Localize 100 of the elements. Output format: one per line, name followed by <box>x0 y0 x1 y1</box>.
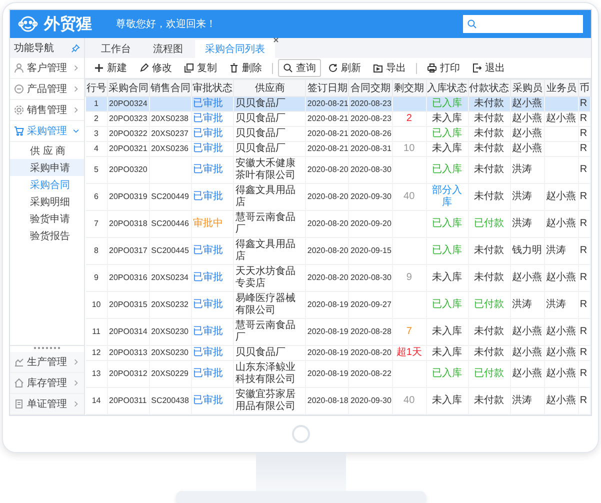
table-cell: 未付款 <box>468 318 510 346</box>
chevron-down-icon <box>72 127 80 135</box>
table-cell: 已入库 <box>426 126 468 142</box>
chevron-right-icon <box>72 85 80 93</box>
toolbar-button[interactable]: 查询 <box>278 59 321 77</box>
sidebar-item[interactable]: 库存管理 <box>10 373 84 394</box>
table-cell: 20PO0317 <box>108 238 150 264</box>
table-cell: 洪涛 <box>510 184 544 210</box>
copy-icon <box>184 63 194 73</box>
table-cell: R <box>578 360 590 388</box>
toolbar-button[interactable]: 删除 <box>224 59 267 77</box>
cart-icon <box>14 126 24 136</box>
table-cell: 2020-09-27 <box>348 292 392 318</box>
table-cell: 洪涛 <box>510 292 544 318</box>
toolbar-button[interactable]: 打印 <box>422 59 465 77</box>
table-cell: 洪涛 <box>544 292 578 318</box>
table-cell: 5 <box>86 156 108 184</box>
column-header[interactable]: 付款状态 <box>468 80 510 96</box>
table-cell: 未入库 <box>426 112 468 126</box>
table-cell: 2 <box>86 112 108 126</box>
trash-icon <box>229 63 239 73</box>
sidebar-subitem[interactable]: 供 应 商 <box>10 142 84 159</box>
table-cell: 已审批 <box>192 292 234 318</box>
search-field[interactable] <box>463 15 583 33</box>
monkey-logo-icon <box>18 14 38 34</box>
sidebar-subitem[interactable]: 验货申请 <box>10 210 84 227</box>
sidebar-item[interactable]: 生产管理 <box>10 352 84 373</box>
column-header[interactable]: 入库状态 <box>426 80 468 96</box>
column-header[interactable]: 行号 <box>86 80 108 96</box>
table-cell: 未付款 <box>468 388 510 414</box>
table-cell: 2020-08-19 <box>306 346 349 360</box>
toolbar-button[interactable]: 刷新 <box>323 59 366 77</box>
sidebar-item[interactable]: 单证管理 <box>10 394 84 415</box>
table-cell: 已审批 <box>192 96 234 112</box>
table-cell: 超1天 <box>392 346 426 360</box>
table-cell: 慧哥云南食品厂 <box>234 318 306 346</box>
table-cell: 20XS0230 <box>150 318 192 346</box>
column-header[interactable]: 销售合同 <box>150 80 192 96</box>
table-cell: 已付款 <box>468 360 510 388</box>
tab[interactable]: 工作台 <box>91 40 141 58</box>
table-cell: 20XS0230 <box>150 346 192 360</box>
table-cell: 9 <box>392 264 426 292</box>
table-cell: 贝贝食品厂 <box>234 96 306 112</box>
table-cell: 20XS0229 <box>150 360 192 388</box>
table-cell: R <box>578 346 590 360</box>
toolbar-button[interactable]: 退出 <box>467 59 510 77</box>
table-cell: 已审批 <box>192 184 234 210</box>
table-cell: 2020-08-22 <box>348 360 392 388</box>
table-cell: 20PO0316 <box>108 264 150 292</box>
chart-icon <box>14 357 24 367</box>
column-header[interactable]: 审批状态 <box>192 80 234 96</box>
column-header[interactable]: 剩交期 <box>392 80 426 96</box>
toolbar-button[interactable]: 新建 <box>89 59 132 77</box>
column-header[interactable]: 供应商 <box>234 80 306 96</box>
sidebar-subitem[interactable]: 采购申请 <box>10 159 84 176</box>
export-icon <box>373 63 383 73</box>
table-cell: SC200449 <box>150 184 192 210</box>
sidebar-item[interactable]: 产品管理 <box>10 79 84 100</box>
table-cell: 审批中 <box>192 210 234 238</box>
pencil-icon <box>139 63 149 73</box>
tab[interactable]: 流程图 <box>143 40 193 58</box>
table-cell: 2020-08-20 <box>306 156 349 184</box>
column-header[interactable]: 合同交期 <box>348 80 392 96</box>
toolbar-button[interactable]: 修改 <box>134 59 177 77</box>
table-cell: 未付款 <box>468 112 510 126</box>
table-cell: 赵小燕 <box>510 142 544 156</box>
search-icon <box>283 63 293 73</box>
sidebar-item[interactable]: 客户管理 <box>10 58 84 79</box>
table-cell: 2020-08-28 <box>348 318 392 346</box>
table-cell: 2 <box>392 112 426 126</box>
table-cell: 未入库 <box>426 318 468 346</box>
column-header[interactable]: 币 <box>578 80 590 96</box>
sidebar-subitem[interactable]: 验货报告 <box>10 227 84 244</box>
column-header[interactable]: 业务员 <box>544 80 578 96</box>
table-cell: R <box>578 264 590 292</box>
table-cell: 20PO0319 <box>108 184 150 210</box>
table-cell: 2020-08-18 <box>306 388 349 414</box>
table-cell: 已付款 <box>468 292 510 318</box>
table-cell: 20XS0232 <box>150 292 192 318</box>
printer-icon <box>427 63 437 73</box>
column-header[interactable]: 采购合同 <box>108 80 150 96</box>
table-cell: 得鑫文具用品店 <box>234 184 306 210</box>
toolbar-button[interactable]: 复制 <box>179 59 222 77</box>
toolbar-button[interactable]: 导出 <box>368 59 411 77</box>
chevron-right-icon <box>72 400 80 408</box>
table-cell: R <box>578 388 590 414</box>
table-cell: 已入库 <box>426 96 468 112</box>
table-cell: 赵小燕 <box>510 126 544 142</box>
table-cell: 已入库 <box>426 360 468 388</box>
column-header[interactable]: 签订日期 <box>306 80 349 96</box>
table-cell: 赵小燕 <box>544 318 578 346</box>
table-cell: 40 <box>392 388 426 414</box>
table-cell: 7 <box>392 318 426 346</box>
table-cell: 赵小燕 <box>544 388 578 414</box>
column-header[interactable]: 采购员 <box>510 80 544 96</box>
table-cell: 赵小燕 <box>544 112 578 126</box>
sidebar-item[interactable]: 销售管理 <box>10 100 84 121</box>
close-icon[interactable] <box>273 37 279 43</box>
sidebar-subitem[interactable]: 采购明细 <box>10 193 84 210</box>
table-cell: 8 <box>86 238 108 264</box>
